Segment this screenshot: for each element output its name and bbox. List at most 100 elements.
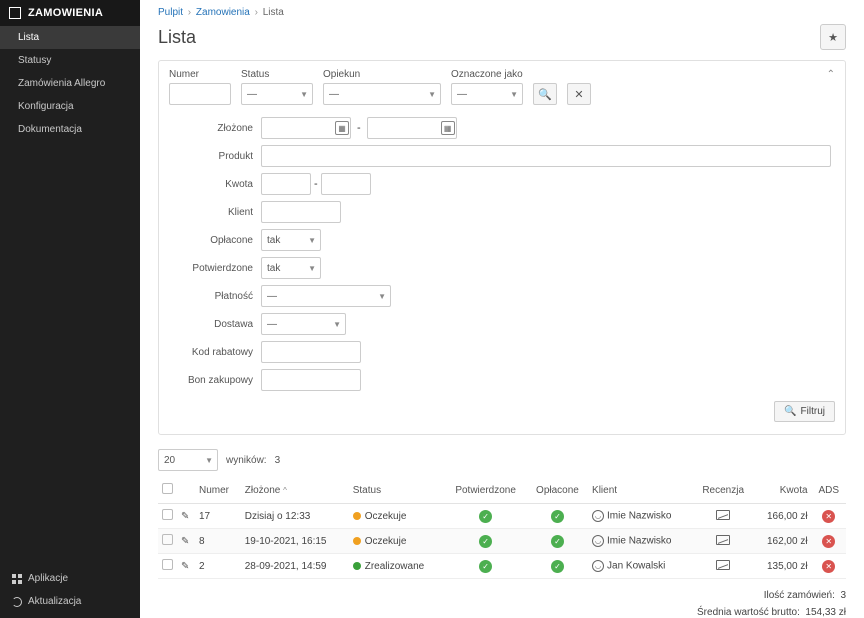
search-button[interactable]: 🔍 [533, 83, 557, 105]
filter-numer-input[interactable] [169, 83, 231, 105]
filter-status-select[interactable]: —▼ [241, 83, 313, 105]
th-klient[interactable]: Klient [588, 477, 693, 504]
filter-oznaczone-select[interactable]: —▼ [451, 83, 523, 105]
th-status[interactable]: Status [349, 477, 445, 504]
filter-kod-input[interactable] [261, 341, 361, 363]
th-recenzja[interactable]: Recenzja [693, 477, 753, 504]
calendar-icon[interactable]: ▦ [441, 121, 455, 135]
cell-status: Oczekuje [349, 529, 445, 554]
sidebar-footer: Aplikacje Aktualizacja [0, 567, 140, 618]
table-row[interactable]: ✎819-10-2021, 16:15Oczekuje✓✓◡Imie Nazwi… [158, 529, 846, 554]
th-potwierdzone[interactable]: Potwierdzone [444, 477, 527, 504]
cell-kwota: 162,00 zł [753, 529, 811, 554]
range-sep: - [314, 178, 318, 190]
row-checkbox[interactable] [162, 559, 173, 570]
filter-oplacone-select[interactable]: tak▼ [261, 229, 321, 251]
edit-icon[interactable]: ✎ [181, 511, 189, 522]
mail-icon[interactable] [716, 510, 730, 520]
calendar-icon[interactable]: ▦ [335, 121, 349, 135]
th-ads[interactable]: ADS [812, 477, 846, 504]
filter-dostawa-select[interactable]: —▼ [261, 313, 346, 335]
edit-icon[interactable]: ✎ [181, 536, 189, 547]
cell-zlozone: 19-10-2021, 16:15 [241, 529, 349, 554]
label-kwota: Kwota [169, 179, 261, 190]
table-row[interactable]: ✎17Dzisiaj o 12:33Oczekuje✓✓◡Imie Nazwis… [158, 504, 846, 529]
crumb-pulpit[interactable]: Pulpit [158, 7, 183, 18]
filter-kwota-from[interactable] [261, 173, 311, 195]
cell-zlozone: 28-09-2021, 14:59 [241, 554, 349, 579]
filtruj-button[interactable]: 🔍Filtruj [774, 401, 835, 422]
cell-status: Zrealizowane [349, 554, 445, 579]
user-icon: ◡ [592, 535, 604, 547]
check-icon: ✓ [479, 510, 492, 523]
range-sep: - [357, 122, 361, 134]
label-opiekun: Opiekun [323, 69, 441, 80]
clear-button[interactable]: ✕ [567, 83, 591, 105]
mail-icon[interactable] [716, 535, 730, 545]
label-potwierdzone: Potwierdzone [169, 263, 261, 274]
sidebar: ZAMOWIENIA Lista Statusy Zamówienia Alle… [0, 0, 140, 618]
filter-bon-input[interactable] [261, 369, 361, 391]
sidebar-header: ZAMOWIENIA [0, 0, 140, 26]
status-dot-icon [353, 537, 361, 545]
status-dot-icon [353, 512, 361, 520]
sidebar-item-konfiguracja[interactable]: Konfiguracja [0, 95, 140, 118]
row-checkbox[interactable] [162, 509, 173, 520]
sidebar-item-aktualizacja[interactable]: Aktualizacja [0, 590, 140, 613]
grid-icon [12, 574, 22, 584]
label-bon: Bon zakupowy [169, 375, 261, 386]
row-checkbox[interactable] [162, 534, 173, 545]
filter-kwota-to[interactable] [321, 173, 371, 195]
user-icon: ◡ [592, 560, 604, 572]
delete-icon[interactable]: ✕ [822, 510, 835, 523]
cell-numer: 2 [195, 554, 241, 579]
favorite-button[interactable]: ★ [820, 24, 846, 50]
table-row[interactable]: ✎228-09-2021, 14:59Zrealizowane✓✓◡Jan Ko… [158, 554, 846, 579]
label-klient: Klient [169, 207, 261, 218]
th-oplacone[interactable]: Opłacone [527, 477, 588, 504]
orders-table: Numer Złożone ^ Status Potwierdzone Opła… [158, 477, 846, 579]
user-icon: ◡ [592, 510, 604, 522]
caret-icon: ▼ [205, 456, 213, 465]
filter-panel: ⌃ Numer Status —▼ Opiekun —▼ Oznaczone j… [158, 60, 846, 435]
sidebar-item-allegro[interactable]: Zamówienia Allegro [0, 72, 140, 95]
collapse-toggle[interactable]: ⌃ [827, 69, 835, 80]
filter-platnosc-select[interactable]: —▼ [261, 285, 391, 307]
page-size-select[interactable]: 20▼ [158, 449, 218, 471]
refresh-icon [12, 597, 22, 607]
th-kwota[interactable]: Kwota [753, 477, 811, 504]
crumb-sep: › [188, 7, 191, 18]
crumb-current: Lista [263, 7, 284, 18]
cell-kwota: 166,00 zł [753, 504, 811, 529]
crumb-zamowienia[interactable]: Zamowienia [196, 7, 250, 18]
caret-icon: ▼ [510, 90, 518, 99]
label-produkt: Produkt [169, 151, 261, 162]
edit-icon[interactable]: ✎ [181, 561, 189, 572]
label-numer: Numer [169, 69, 231, 80]
label-oplacone: Opłacone [169, 235, 261, 246]
checkbox-all[interactable] [162, 483, 173, 494]
sidebar-item-dokumentacja[interactable]: Dokumentacja [0, 118, 140, 141]
delete-icon[interactable]: ✕ [822, 535, 835, 548]
filter-potwierdzone-select[interactable]: tak▼ [261, 257, 321, 279]
th-zlozone[interactable]: Złożone ^ [241, 477, 349, 504]
results-count: 3 [275, 455, 281, 466]
delete-icon[interactable]: ✕ [822, 560, 835, 573]
th-numer[interactable]: Numer [195, 477, 241, 504]
cell-numer: 17 [195, 504, 241, 529]
sidebar-item-statusy[interactable]: Statusy [0, 49, 140, 72]
filter-produkt-input[interactable] [261, 145, 831, 167]
filter-opiekun-select[interactable]: —▼ [323, 83, 441, 105]
sidebar-item-lista[interactable]: Lista [0, 26, 140, 49]
crumb-sep: › [255, 7, 258, 18]
mail-icon[interactable] [716, 560, 730, 570]
label-platnosc: Płatność [169, 291, 261, 302]
sidebar-item-aplikacje[interactable]: Aplikacje [0, 567, 140, 590]
app-icon [9, 7, 21, 19]
search-icon: 🔍 [538, 88, 552, 101]
label-zlozone: Złożone [169, 123, 261, 134]
filter-klient-input[interactable] [261, 201, 341, 223]
sort-icon: ^ [283, 486, 287, 495]
caret-icon: ▼ [428, 90, 436, 99]
caret-icon: ▼ [300, 90, 308, 99]
